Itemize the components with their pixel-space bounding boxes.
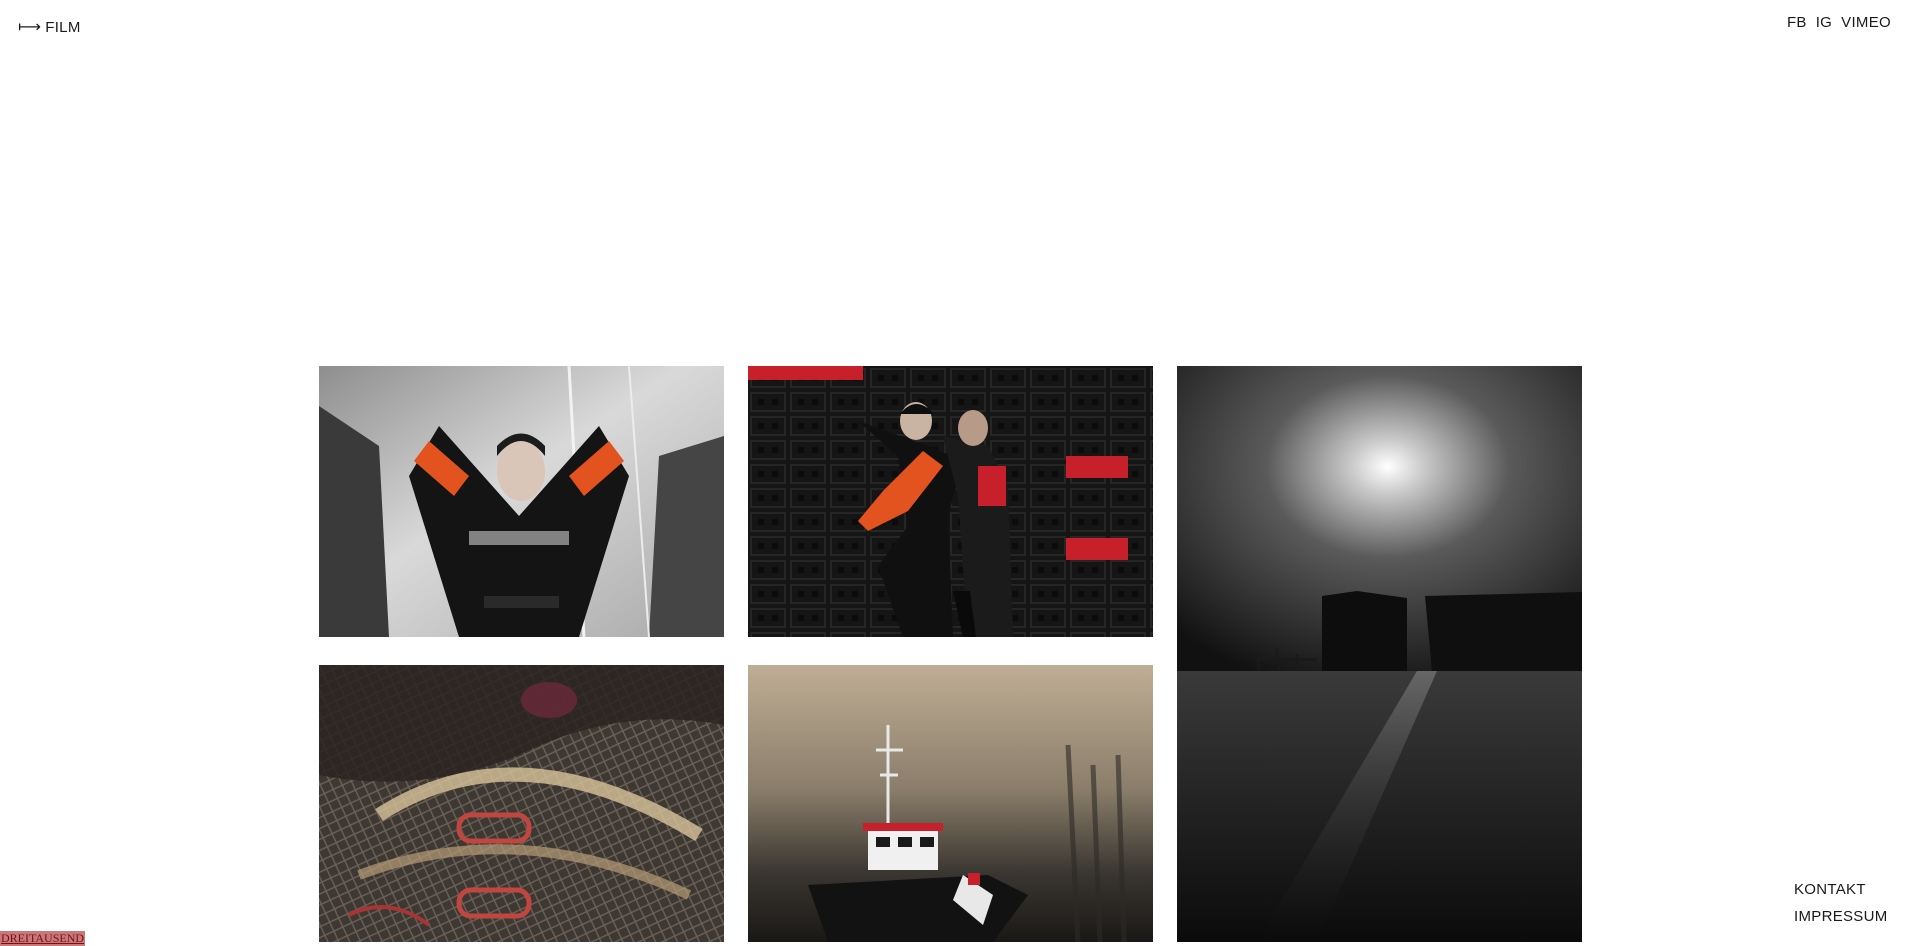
impressum-link[interactable]: IMPRESSUM xyxy=(1794,903,1888,930)
gallery-thumbnail-crates[interactable] xyxy=(748,366,1153,637)
gallery-thumbnail-portrait[interactable] xyxy=(319,366,724,637)
footer-links: KONTAKT IMPRESSUM xyxy=(1794,876,1888,930)
kontakt-link[interactable]: KONTAKT xyxy=(1794,876,1888,903)
gallery-thumbnail-boat[interactable] xyxy=(748,665,1153,942)
boat-photo xyxy=(748,665,1153,942)
social-links: FB IG VIMEO xyxy=(1787,14,1891,31)
vimeo-link[interactable]: VIMEO xyxy=(1841,14,1891,31)
nets-photo xyxy=(319,665,724,942)
film-nav-link[interactable]: ⟼ FILM xyxy=(18,17,81,37)
portrait-photo xyxy=(319,366,724,637)
gallery-thumbnail-harbour[interactable] xyxy=(1177,366,1582,942)
long-right-arrow-icon: ⟼ xyxy=(18,19,42,36)
instagram-link[interactable]: IG xyxy=(1816,14,1832,31)
crates-photo xyxy=(748,366,1153,637)
facebook-link[interactable]: FB xyxy=(1787,14,1807,31)
brand-tag-link[interactable]: DREITAUSEND xyxy=(0,931,86,946)
gallery-thumbnail-nets[interactable] xyxy=(319,665,724,942)
film-nav-label: FILM xyxy=(45,18,81,36)
harbour-photo xyxy=(1177,366,1582,942)
